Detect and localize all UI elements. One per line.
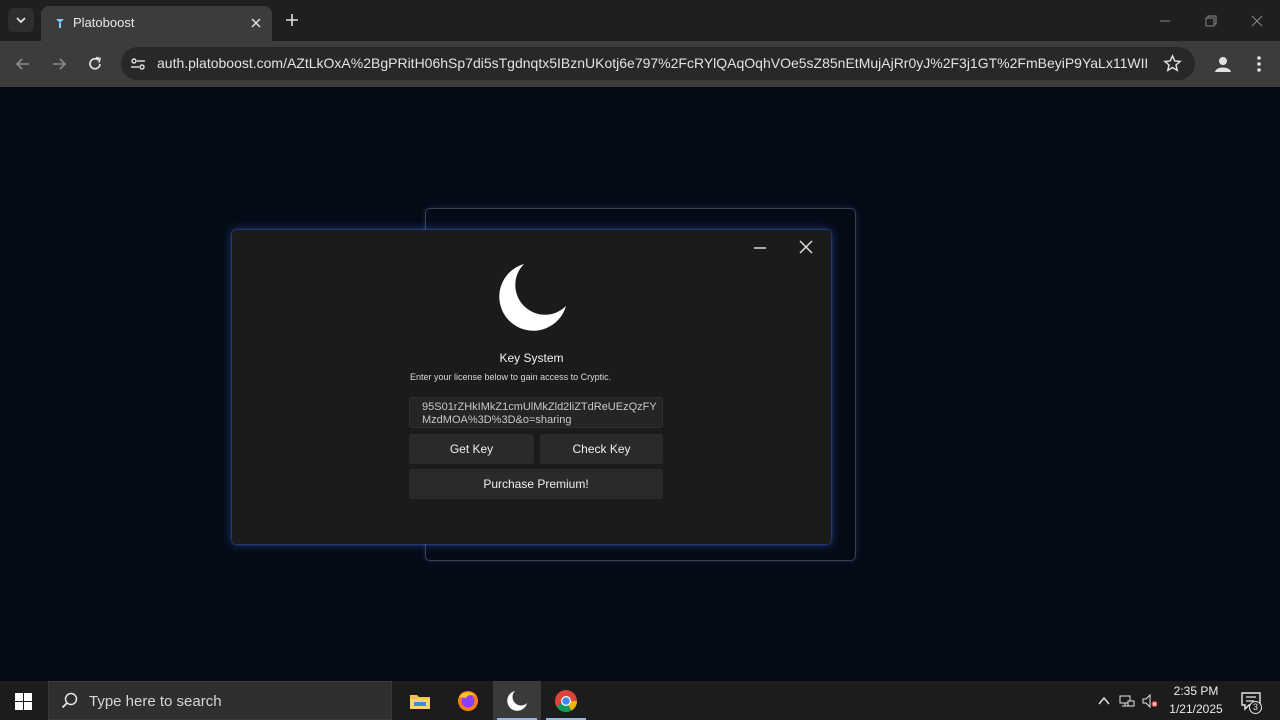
firefox-icon xyxy=(458,691,478,711)
profile-icon[interactable] xyxy=(1213,54,1233,74)
key-system-dialog: Key System Enter your license below to g… xyxy=(232,230,831,544)
notification-count-badge: 3 xyxy=(1249,701,1262,714)
moon-logo-icon xyxy=(499,264,566,331)
file-explorer-taskbar-button[interactable] xyxy=(396,681,444,720)
tab-title: Platoboost xyxy=(73,15,135,30)
chrome-icon xyxy=(555,690,577,712)
close-icon[interactable] xyxy=(799,240,813,254)
taskbar-search-box[interactable]: Type here to search xyxy=(48,681,392,720)
license-key-input[interactable]: 95S01rZHkIMkZ1cmUlMkZld2liZTdReUEzQzFYMz… xyxy=(409,397,663,428)
bookmark-star-icon[interactable] xyxy=(1163,54,1182,73)
forward-arrow-icon[interactable] xyxy=(50,55,68,73)
search-placeholder: Type here to search xyxy=(89,693,222,710)
dialog-title: Key System xyxy=(499,351,564,365)
check-key-button[interactable]: Check Key xyxy=(540,434,663,464)
get-key-button[interactable]: Get Key xyxy=(409,434,534,464)
windows-taskbar: Type here to search 2:35 PM 1/21/2025 3 xyxy=(0,681,1280,720)
tab-search-button[interactable] xyxy=(8,8,34,32)
browser-tab-bar: Platoboost xyxy=(0,0,1280,41)
reload-icon[interactable] xyxy=(86,55,104,73)
volume-muted-icon[interactable] xyxy=(1142,693,1158,709)
url-text: auth.platoboost.com/AZtLkOxA%2BgPRitH06h… xyxy=(157,55,1147,71)
clock-time[interactable]: 2:35 PM xyxy=(1170,684,1222,698)
search-icon xyxy=(61,692,78,709)
dialog-subtitle: Enter your license below to gain access … xyxy=(410,372,612,382)
clock-date[interactable]: 1/21/2025 xyxy=(1164,702,1228,716)
more-options-icon[interactable] xyxy=(1251,54,1267,74)
windows-start-icon[interactable] xyxy=(15,693,32,710)
browser-tab[interactable]: Platoboost xyxy=(41,6,272,41)
back-arrow-icon[interactable] xyxy=(14,55,32,73)
folder-icon xyxy=(410,695,430,709)
page-content: Key System Enter your license below to g… xyxy=(0,87,1280,681)
site-info-icon[interactable] xyxy=(129,55,147,73)
address-bar[interactable]: auth.platoboost.com/AZtLkOxA%2BgPRitH06h… xyxy=(121,47,1195,80)
new-tab-icon[interactable] xyxy=(283,11,301,29)
chrome-taskbar-button[interactable] xyxy=(542,681,590,720)
minimize-icon[interactable] xyxy=(753,243,767,253)
chevron-down-icon xyxy=(16,17,26,24)
moon-app-icon xyxy=(507,691,527,711)
chevron-up-icon[interactable] xyxy=(1096,693,1112,709)
close-window-icon[interactable] xyxy=(1249,13,1265,29)
minimize-window-icon[interactable] xyxy=(1157,13,1173,29)
purchase-premium-button[interactable]: Purchase Premium! xyxy=(409,469,663,499)
restore-window-icon[interactable] xyxy=(1203,13,1219,29)
cryptic-taskbar-button[interactable] xyxy=(493,681,541,720)
platoboost-favicon-icon xyxy=(56,19,64,28)
close-tab-icon[interactable] xyxy=(247,14,265,32)
firefox-taskbar-button[interactable] xyxy=(444,681,492,720)
network-icon[interactable] xyxy=(1119,693,1135,709)
browser-toolbar: auth.platoboost.com/AZtLkOxA%2BgPRitH06h… xyxy=(0,41,1280,87)
